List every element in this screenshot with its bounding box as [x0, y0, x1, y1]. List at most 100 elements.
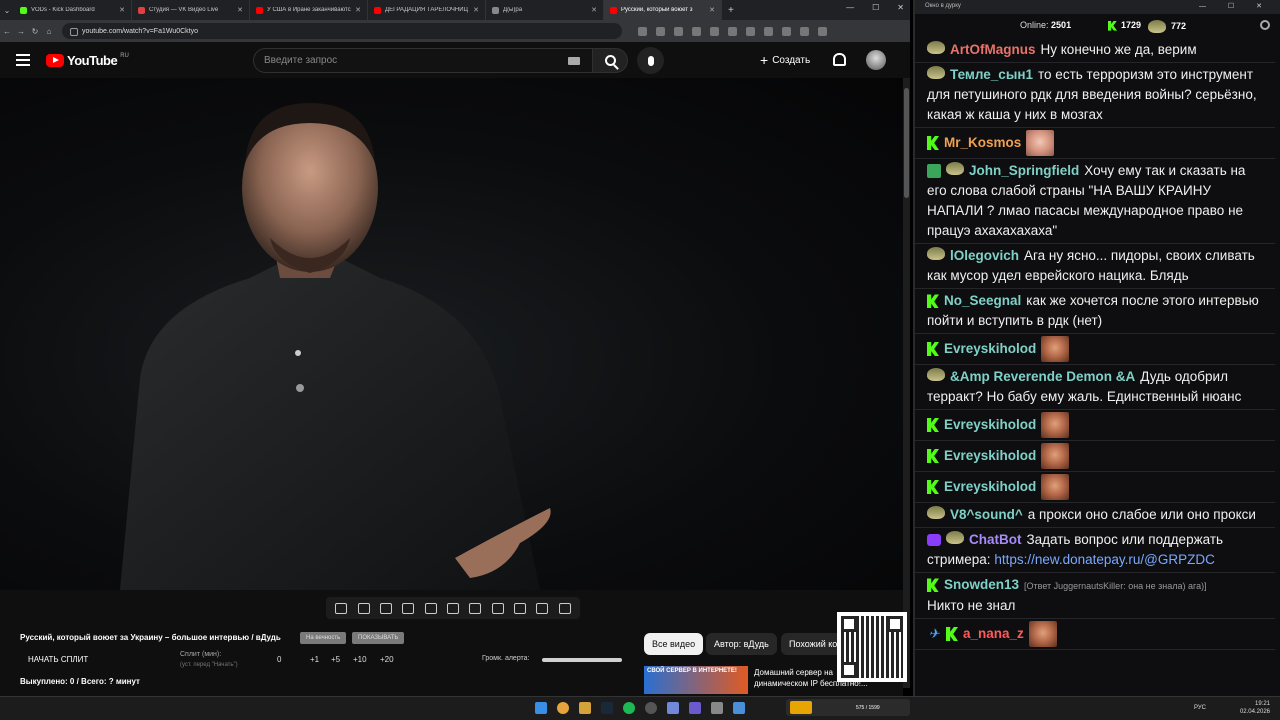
close-window-button[interactable]: ✕ — [897, 3, 904, 12]
install-icon[interactable] — [638, 26, 647, 36]
clock[interactable]: 19:21 02.04.2026 — [1240, 700, 1270, 716]
voice-search-button[interactable] — [637, 47, 664, 74]
speed-icon[interactable] — [469, 602, 482, 614]
obs-icon[interactable] — [645, 702, 657, 714]
search-button[interactable] — [592, 48, 628, 73]
search-input[interactable]: Введите запрос — [253, 48, 593, 73]
start-split-button[interactable]: НАЧАТЬ СПЛИТ — [28, 655, 88, 664]
settings-gear-icon[interactable] — [558, 602, 571, 614]
browser-tab[interactable]: Д(ы)ра ✕ — [486, 0, 604, 20]
chat-username[interactable]: lOlegovich — [950, 248, 1019, 263]
youtube-logo[interactable]: YouTube RU — [46, 53, 129, 68]
app-icon[interactable] — [733, 702, 745, 714]
audio-icon[interactable] — [357, 602, 370, 614]
spotify-icon[interactable] — [623, 702, 635, 714]
extension-icon[interactable] — [746, 26, 755, 36]
notifications-bell-icon[interactable] — [833, 53, 846, 66]
chat-link[interactable]: https://new.donatepay.ru/@GRPZDC — [994, 552, 1215, 567]
clip-icon[interactable] — [402, 602, 415, 614]
split-value-button[interactable]: 0 — [277, 655, 281, 664]
chat-username[interactable]: a_nana_z — [963, 626, 1024, 641]
video-player[interactable] — [0, 78, 910, 590]
tab-close-icon[interactable]: ✕ — [237, 6, 243, 14]
menu-icon[interactable] — [818, 26, 827, 36]
split-value-button[interactable]: +1 — [310, 655, 319, 664]
filter-chip[interactable]: Все видео — [644, 633, 704, 655]
cinema-icon[interactable] — [446, 602, 459, 614]
page-scrollbar[interactable] — [903, 78, 910, 688]
extension-icon[interactable] — [728, 26, 737, 36]
chat-message-list[interactable]: ArtOfMagnus Ну конечно же да, верим Темле_… — [915, 38, 1275, 696]
chat-username[interactable]: John_Springfield — [969, 163, 1079, 178]
browser-tab[interactable]: Студия — VK Видео Live ✕ — [132, 0, 250, 20]
address-bar[interactable]: youtube.com/watch?v=Fa1Wu0Cktyo — [62, 23, 622, 39]
chat-username[interactable]: V8^sound^ — [950, 507, 1023, 522]
chat-username[interactable]: ArtOfMagnus — [950, 42, 1036, 57]
chat-username[interactable]: ChatBot — [969, 532, 1022, 547]
keyboard-icon[interactable] — [568, 57, 580, 65]
tab-close-icon[interactable]: ✕ — [591, 6, 597, 14]
filter-chip[interactable]: Автор: вДудь — [706, 633, 777, 655]
back-button[interactable]: ← — [0, 27, 14, 36]
browser-tab[interactable]: VODs - Kick Dashboard ✕ — [14, 0, 132, 20]
minimize-button[interactable]: — — [846, 3, 854, 12]
download-icon[interactable] — [782, 26, 791, 36]
pip-icon[interactable] — [424, 602, 437, 614]
chrome-icon[interactable] — [557, 702, 569, 714]
start-menu-icon[interactable] — [535, 702, 547, 714]
tab-close-icon[interactable]: ✕ — [473, 6, 479, 14]
chat-settings-icon[interactable] — [1260, 20, 1270, 30]
browser-tab[interactable]: У США в Иране заканчиваются ✕ — [250, 0, 368, 20]
screenshot-icon[interactable] — [379, 602, 392, 614]
discord-icon[interactable] — [667, 702, 679, 714]
browser-tab[interactable]: Русский, который воюет з ✕ — [604, 0, 722, 20]
split-value-button[interactable]: +20 — [380, 655, 394, 664]
show-button[interactable]: ПОКАЗЫВАТЬ — [352, 632, 405, 644]
alert-volume-slider[interactable] — [542, 658, 622, 662]
flask-icon[interactable] — [536, 602, 549, 614]
filter-chip[interactable]: Похожий ко — [781, 633, 846, 655]
camera-icon[interactable] — [514, 602, 527, 614]
chat-username[interactable]: &Amp Reverende Demon &A — [950, 369, 1135, 384]
loop-icon[interactable] — [335, 602, 348, 614]
language-indicator[interactable]: РУС — [1194, 705, 1206, 711]
maximize-button[interactable]: ☐ — [872, 3, 879, 12]
new-tab-button[interactable]: + — [728, 5, 734, 16]
tab-close-icon[interactable]: ✕ — [355, 6, 361, 14]
home-icon[interactable]: ⌂ — [42, 27, 56, 36]
tab-close-icon[interactable]: ✕ — [709, 6, 715, 14]
profile-icon[interactable] — [800, 26, 809, 36]
avatar[interactable] — [866, 50, 886, 70]
ad-thumbnail[interactable]: СВОЙ СЕРВЕР В ИНТЕРНЕТЕ! — [644, 666, 748, 694]
browser-tab[interactable]: ДЕГРАДАЦИЯ ТАРЕЛОЧНИЦ ✕ — [368, 0, 486, 20]
forever-button[interactable]: На вечность — [300, 632, 347, 644]
zoom-icon[interactable] — [656, 26, 665, 36]
extension-icon[interactable] — [710, 26, 719, 36]
create-button[interactable]: + Создать — [760, 52, 810, 68]
bookmark-star-icon[interactable] — [674, 26, 683, 36]
split-value-button[interactable]: +5 — [331, 655, 340, 664]
extension-icon[interactable] — [764, 26, 773, 36]
add-frame-icon[interactable] — [491, 602, 504, 614]
forward-button[interactable]: → — [14, 27, 28, 36]
app-icon[interactable] — [689, 702, 701, 714]
chat-username[interactable]: Evreyskiholod — [944, 448, 1036, 463]
chat-username[interactable]: Темле_сын1 — [950, 67, 1033, 82]
extension-icon[interactable] — [692, 26, 701, 36]
hamburger-menu-icon[interactable] — [16, 54, 30, 66]
promo-widget[interactable]: 575 / 1599 — [786, 699, 910, 716]
chat-window-controls[interactable]: — ☐ ✕ — [1199, 2, 1272, 10]
split-value-button[interactable]: +10 — [353, 655, 367, 664]
app-icon[interactable] — [711, 702, 723, 714]
chat-username[interactable]: Mr_Kosmos — [944, 135, 1021, 150]
chat-username[interactable]: Evreyskiholod — [944, 341, 1036, 356]
chat-username[interactable]: No_Seegnal — [944, 293, 1021, 308]
file-explorer-icon[interactable] — [579, 702, 591, 714]
reload-button[interactable]: ↻ — [28, 27, 42, 36]
tab-close-icon[interactable]: ✕ — [119, 6, 125, 14]
chat-username[interactable]: Snowden13 — [944, 577, 1019, 592]
chat-username[interactable]: Evreyskiholod — [944, 479, 1036, 494]
tab-search-button[interactable]: ⌄ — [0, 6, 14, 15]
chat-username[interactable]: Evreyskiholod — [944, 417, 1036, 432]
steam-icon[interactable] — [601, 702, 613, 714]
